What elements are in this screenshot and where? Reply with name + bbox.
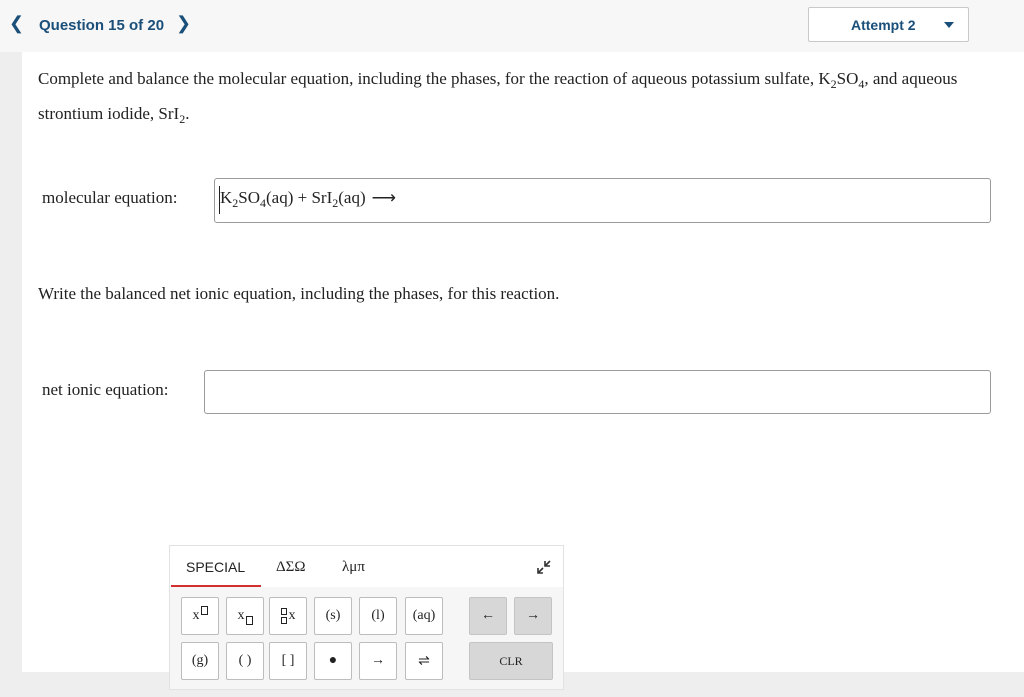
parentheses-key[interactable]: ( ) (226, 642, 264, 680)
tab-greek-lowercase[interactable]: λμπ (342, 559, 365, 576)
chemistry-palette: SPECIAL ΔΣΩ λμπ x x x (s) (l) (aq) ← → (… (169, 545, 564, 690)
question-header: ❮ Question 15 of 20 ❯ Attempt 2 (0, 0, 1024, 52)
tab-special[interactable]: SPECIAL (186, 559, 245, 575)
superscript-key[interactable]: x (181, 597, 219, 635)
stacked-box-icon (280, 608, 287, 624)
palette-tabs: SPECIAL ΔΣΩ λμπ (170, 546, 563, 587)
net-ionic-equation-label: net ionic equation: (42, 380, 169, 399)
question-counter: Question 15 of 20 (39, 17, 165, 34)
previous-question-icon[interactable]: ❮ (9, 13, 24, 34)
isotope-key[interactable]: x (269, 597, 307, 635)
active-tab-indicator (171, 585, 261, 587)
aqueous-phase-key[interactable]: (aq) (405, 597, 443, 635)
tab-greek-uppercase[interactable]: ΔΣΩ (276, 559, 306, 576)
caret-down-icon (944, 22, 954, 28)
reaction-arrow-icon: ⟶ (371, 188, 396, 207)
molecular-equation-input[interactable]: K2SO4(aq) + SrI2(aq) ⟶ (214, 178, 991, 223)
subscript-key[interactable]: x (226, 597, 264, 635)
equilibrium-arrow-key[interactable]: ⇌ (405, 642, 443, 680)
net-ionic-instruction: Write the balanced net ionic equation, i… (38, 284, 560, 303)
gas-phase-key[interactable]: (g) (181, 642, 219, 680)
net-ionic-equation-input[interactable] (204, 370, 991, 414)
attempt-dropdown[interactable]: Attempt 2 (808, 7, 969, 42)
cursor-right-key[interactable]: → (514, 597, 552, 635)
dot-key[interactable]: ● (314, 642, 352, 680)
clear-button[interactable]: CLR (469, 642, 553, 680)
collapse-icon[interactable] (535, 558, 553, 576)
molecular-equation-label: molecular equation: (42, 188, 178, 207)
next-question-icon[interactable]: ❯ (176, 13, 191, 34)
solid-phase-key[interactable]: (s) (314, 597, 352, 635)
cursor-left-key[interactable]: ← (469, 597, 507, 635)
placeholder-box-icon (200, 605, 208, 615)
reaction-arrow-key[interactable]: → (359, 642, 397, 680)
brackets-key[interactable]: [ ] (269, 642, 307, 680)
liquid-phase-key[interactable]: (l) (359, 597, 397, 635)
molecular-equation-content: K2SO4(aq) + SrI2(aq) ⟶ (220, 188, 396, 210)
question-prompt: Complete and balance the molecular equat… (38, 69, 958, 126)
attempt-label: Attempt 2 (851, 17, 916, 33)
placeholder-box-icon (245, 615, 253, 625)
